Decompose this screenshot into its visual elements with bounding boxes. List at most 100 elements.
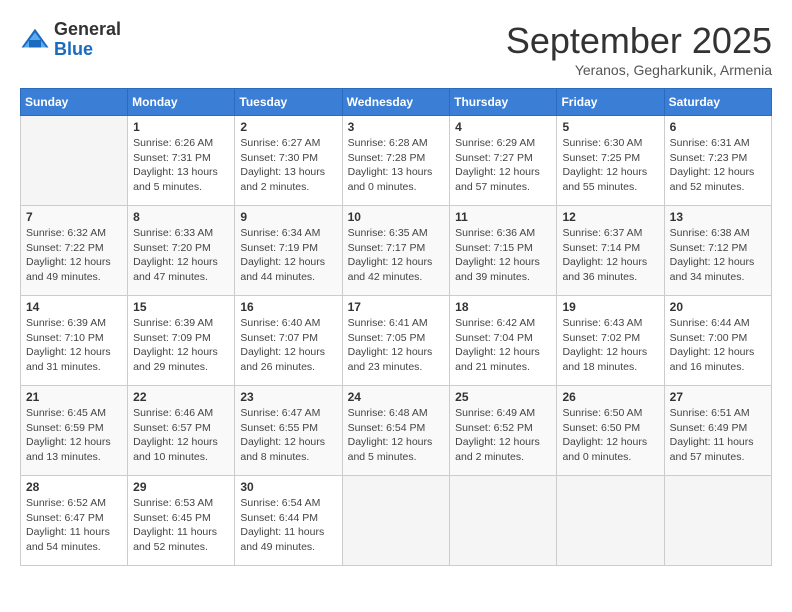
day-info: Sunrise: 6:33 AMSunset: 7:20 PMDaylight:…: [133, 226, 229, 285]
day-info: Sunrise: 6:35 AMSunset: 7:17 PMDaylight:…: [348, 226, 445, 285]
day-info: Sunrise: 6:32 AMSunset: 7:22 PMDaylight:…: [26, 226, 122, 285]
calendar-cell: 27 Sunrise: 6:51 AMSunset: 6:49 PMDayligh…: [664, 386, 771, 476]
calendar-cell: 25Sunrise: 6:49 AMSunset: 6:52 PMDayligh…: [450, 386, 557, 476]
calendar-cell: 26Sunrise: 6:50 AMSunset: 6:50 PMDayligh…: [557, 386, 664, 476]
weekday-header-cell: Tuesday: [235, 89, 342, 116]
calendar-cell: [21, 116, 128, 206]
day-number: 29: [133, 480, 229, 494]
day-info: Sunrise: 6:40 AMSunset: 7:07 PMDaylight:…: [240, 316, 336, 375]
day-number: 11: [455, 210, 551, 224]
day-number: 9: [240, 210, 336, 224]
day-info: Sunrise: 6:28 AMSunset: 7:28 PMDaylight:…: [348, 136, 445, 195]
day-number: 26: [562, 390, 658, 404]
calendar-cell: 5 Sunrise: 6:30 AMSunset: 7:25 PMDaylight…: [557, 116, 664, 206]
calendar-cell: 3 Sunrise: 6:28 AMSunset: 7:28 PMDaylight…: [342, 116, 450, 206]
day-info: Sunrise: 6:38 AMSunset: 7:12 PMDaylight:…: [670, 226, 766, 285]
calendar-table: SundayMondayTuesdayWednesdayThursdayFrid…: [20, 88, 772, 566]
calendar-cell: 9 Sunrise: 6:34 AMSunset: 7:19 PMDaylight…: [235, 206, 342, 296]
day-number: 27: [670, 390, 766, 404]
calendar-cell: 30Sunrise: 6:54 AMSunset: 6:44 PMDayligh…: [235, 476, 342, 566]
day-info: Sunrise: 6:53 AMSunset: 6:45 PMDaylight:…: [133, 496, 229, 555]
calendar-cell: 6Sunrise: 6:31 AMSunset: 7:23 PMDaylight…: [664, 116, 771, 206]
calendar-cell: 10 Sunrise: 6:35 AMSunset: 7:17 PMDayligh…: [342, 206, 450, 296]
day-info: Sunrise: 6:27 AMSunset: 7:30 PMDaylight:…: [240, 136, 336, 195]
logo: General Blue: [20, 20, 121, 60]
day-info: Sunrise: 6:48 AMSunset: 6:54 PMDaylight:…: [348, 406, 445, 465]
day-number: 30: [240, 480, 336, 494]
location-subtitle: Yeranos, Gegharkunik, Armenia: [506, 62, 772, 78]
day-info: Sunrise: 6:44 AMSunset: 7:00 PMDaylight:…: [670, 316, 766, 375]
day-number: 16: [240, 300, 336, 314]
day-number: 13: [670, 210, 766, 224]
day-info: Sunrise: 6:34 AMSunset: 7:19 PMDaylight:…: [240, 226, 336, 285]
weekday-header-cell: Wednesday: [342, 89, 450, 116]
page-header: General Blue September 2025 Yeranos, Geg…: [20, 20, 772, 78]
day-number: 25: [455, 390, 551, 404]
day-info: Sunrise: 6:52 AMSunset: 6:47 PMDaylight:…: [26, 496, 122, 555]
calendar-week-row: 14 Sunrise: 6:39 AMSunset: 7:10 PMDayligh…: [21, 296, 772, 386]
day-number: 24: [348, 390, 445, 404]
title-block: September 2025 Yeranos, Gegharkunik, Arm…: [506, 20, 772, 78]
day-info: Sunrise: 6:42 AMSunset: 7:04 PMDaylight:…: [455, 316, 551, 375]
day-number: 4: [455, 120, 551, 134]
calendar-cell: 15Sunrise: 6:39 AMSunset: 7:09 PMDayligh…: [128, 296, 235, 386]
calendar-cell: 19 Sunrise: 6:43 AMSunset: 7:02 PMDayligh…: [557, 296, 664, 386]
weekday-header-cell: Sunday: [21, 89, 128, 116]
day-number: 3: [348, 120, 445, 134]
day-number: 22: [133, 390, 229, 404]
calendar-cell: 7 Sunrise: 6:32 AMSunset: 7:22 PMDaylight…: [21, 206, 128, 296]
calendar-cell: [342, 476, 450, 566]
day-info: Sunrise: 6:39 AMSunset: 7:10 PMDaylight:…: [26, 316, 122, 375]
logo-text: General Blue: [54, 20, 121, 60]
calendar-week-row: 21Sunrise: 6:45 AMSunset: 6:59 PMDayligh…: [21, 386, 772, 476]
calendar-cell: [557, 476, 664, 566]
day-info: Sunrise: 6:43 AMSunset: 7:02 PMDaylight:…: [562, 316, 658, 375]
calendar-week-row: 28 Sunrise: 6:52 AMSunset: 6:47 PMDayligh…: [21, 476, 772, 566]
day-number: 1: [133, 120, 229, 134]
weekday-header-cell: Monday: [128, 89, 235, 116]
calendar-cell: 21Sunrise: 6:45 AMSunset: 6:59 PMDayligh…: [21, 386, 128, 476]
weekday-header-cell: Saturday: [664, 89, 771, 116]
calendar-cell: 2Sunrise: 6:27 AMSunset: 7:30 PMDaylight…: [235, 116, 342, 206]
calendar-cell: 12Sunrise: 6:37 AMSunset: 7:14 PMDayligh…: [557, 206, 664, 296]
calendar-cell: 17 Sunrise: 6:41 AMSunset: 7:05 PMDayligh…: [342, 296, 450, 386]
calendar-week-row: 7 Sunrise: 6:32 AMSunset: 7:22 PMDaylight…: [21, 206, 772, 296]
calendar-cell: 23 Sunrise: 6:47 AMSunset: 6:55 PMDayligh…: [235, 386, 342, 476]
weekday-header-row: SundayMondayTuesdayWednesdayThursdayFrid…: [21, 89, 772, 116]
day-info: Sunrise: 6:51 AMSunset: 6:49 PMDaylight:…: [670, 406, 766, 465]
day-number: 14: [26, 300, 122, 314]
calendar-cell: [664, 476, 771, 566]
calendar-cell: 1Sunrise: 6:26 AMSunset: 7:31 PMDaylight…: [128, 116, 235, 206]
calendar-cell: 8Sunrise: 6:33 AMSunset: 7:20 PMDaylight…: [128, 206, 235, 296]
logo-icon: [20, 25, 50, 55]
day-number: 18: [455, 300, 551, 314]
day-number: 17: [348, 300, 445, 314]
day-info: Sunrise: 6:36 AMSunset: 7:15 PMDaylight:…: [455, 226, 551, 285]
calendar-week-row: 1Sunrise: 6:26 AMSunset: 7:31 PMDaylight…: [21, 116, 772, 206]
calendar-cell: 20Sunrise: 6:44 AMSunset: 7:00 PMDayligh…: [664, 296, 771, 386]
calendar-cell: 22 Sunrise: 6:46 AMSunset: 6:57 PMDayligh…: [128, 386, 235, 476]
calendar-cell: 18 Sunrise: 6:42 AMSunset: 7:04 PMDayligh…: [450, 296, 557, 386]
day-number: 15: [133, 300, 229, 314]
month-title: September 2025: [506, 20, 772, 62]
calendar-cell: 13 Sunrise: 6:38 AMSunset: 7:12 PMDayligh…: [664, 206, 771, 296]
calendar-cell: 4Sunrise: 6:29 AMSunset: 7:27 PMDaylight…: [450, 116, 557, 206]
weekday-header-cell: Friday: [557, 89, 664, 116]
day-number: 19: [562, 300, 658, 314]
day-number: 12: [562, 210, 658, 224]
day-number: 7: [26, 210, 122, 224]
calendar-cell: 14 Sunrise: 6:39 AMSunset: 7:10 PMDayligh…: [21, 296, 128, 386]
day-info: Sunrise: 6:41 AMSunset: 7:05 PMDaylight:…: [348, 316, 445, 375]
calendar-header: SundayMondayTuesdayWednesdayThursdayFrid…: [21, 89, 772, 116]
day-number: 23: [240, 390, 336, 404]
calendar-body: 1Sunrise: 6:26 AMSunset: 7:31 PMDaylight…: [21, 116, 772, 566]
day-number: 10: [348, 210, 445, 224]
calendar-cell: 28 Sunrise: 6:52 AMSunset: 6:47 PMDayligh…: [21, 476, 128, 566]
day-info: Sunrise: 6:46 AMSunset: 6:57 PMDaylight:…: [133, 406, 229, 465]
calendar-cell: 16 Sunrise: 6:40 AMSunset: 7:07 PMDayligh…: [235, 296, 342, 386]
day-number: 28: [26, 480, 122, 494]
day-info: Sunrise: 6:47 AMSunset: 6:55 PMDaylight:…: [240, 406, 336, 465]
day-info: Sunrise: 6:45 AMSunset: 6:59 PMDaylight:…: [26, 406, 122, 465]
day-number: 5: [562, 120, 658, 134]
day-info: Sunrise: 6:30 AMSunset: 7:25 PMDaylight:…: [562, 136, 658, 195]
